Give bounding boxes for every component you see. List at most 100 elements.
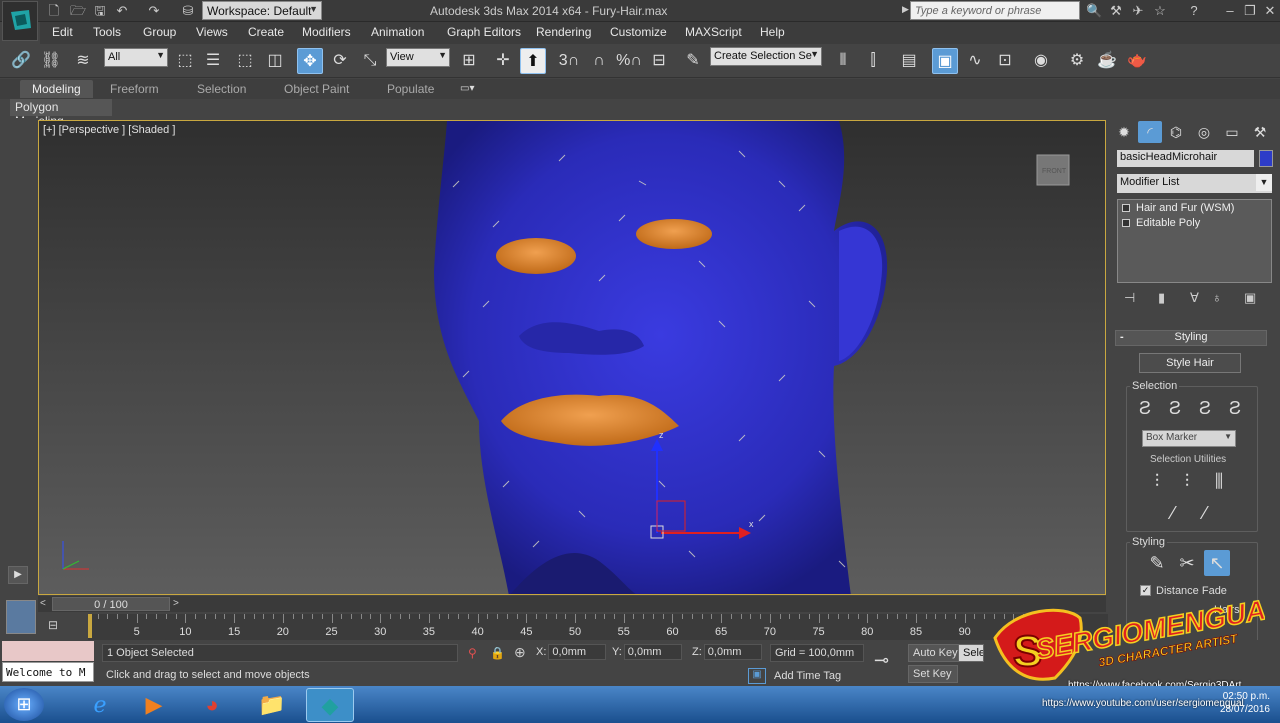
make-unique-icon[interactable]: ∀ (1190, 290, 1199, 306)
undo-icon[interactable]: ↶ (114, 3, 130, 19)
new-file-icon[interactable]: 🗋 (46, 3, 62, 19)
time-slider[interactable]: 0 / 100 (52, 597, 170, 611)
start-button-icon[interactable]: ⊞ (4, 688, 44, 721)
selection-region-icon[interactable]: ⬚ (232, 48, 258, 74)
menu-edit[interactable]: Edit (52, 25, 73, 39)
select-and-scale-icon[interactable]: ⤡ (357, 48, 383, 74)
reference-coordinate-dropdown[interactable]: View ▼ (386, 48, 450, 67)
select-and-rotate-icon[interactable]: ⟳ (327, 48, 353, 74)
workspace-dropdown[interactable]: Workspace: Default ▼ (202, 1, 322, 20)
show-hidden-icon[interactable]: ⁄ (1192, 500, 1218, 526)
pin-icon[interactable]: ⚲ (468, 646, 477, 660)
project-folder-icon[interactable]: ⛁ (180, 3, 196, 19)
stack-item-editable-poly[interactable]: Editable Poly (1122, 217, 1200, 232)
selected-set-dropdown[interactable]: Selected (958, 644, 984, 662)
menu-customize[interactable]: Customize (610, 25, 667, 39)
selection-filter-dropdown[interactable]: All ▼ (104, 48, 168, 67)
lock-selection-icon[interactable]: 🔒 (490, 646, 505, 660)
select-by-name-icon[interactable]: ☰ (200, 48, 226, 74)
menu-create[interactable]: Create (248, 25, 284, 39)
system-clock[interactable]: 02:50 p.m. 28/07/2016 (1200, 690, 1270, 716)
favorites-icon[interactable]: ☆ (1152, 3, 1168, 19)
set-key-button[interactable]: Set Key (908, 665, 958, 683)
help-icon[interactable]: ? (1186, 3, 1202, 19)
close-icon[interactable]: ✕ (1262, 3, 1278, 19)
select-tool-icon[interactable]: ↖ (1204, 550, 1230, 576)
lightbulb-icon[interactable] (1122, 204, 1130, 213)
menu-modifiers[interactable]: Modifiers (302, 25, 351, 39)
app-logo[interactable] (2, 1, 38, 41)
keyboard-shortcut-override-icon[interactable]: ⬆ (520, 48, 546, 74)
modifier-stack[interactable]: Hair and Fur (WSM) Editable Poly (1117, 199, 1272, 283)
use-pivot-center-icon[interactable]: ⊞ (456, 48, 482, 74)
perspective-viewport[interactable]: [+] [Perspective ] [Shaded ] z x FRONT (38, 120, 1106, 595)
tab-modeling[interactable]: Modeling (20, 80, 93, 98)
add-time-tag[interactable]: Add Time Tag (770, 668, 868, 684)
select-object-icon[interactable]: ⬚ (172, 48, 198, 74)
material-editor-icon[interactable]: ◉ (1028, 48, 1054, 74)
maxscript-listener-input[interactable] (2, 641, 94, 661)
open-file-icon[interactable]: 🗁 (70, 3, 86, 19)
show-end-result-icon[interactable]: ▮ (1158, 290, 1165, 306)
menu-group[interactable]: Group (143, 25, 176, 39)
angle-snap-icon[interactable]: ∩ (586, 48, 612, 74)
object-name-field[interactable]: basicHeadMicrohair (1117, 150, 1254, 167)
invert-selection-icon[interactable]: ⫶ (1144, 468, 1170, 494)
hide-selected-icon[interactable]: ⁄ (1160, 500, 1186, 526)
stack-item-hair-and-fur[interactable]: Hair and Fur (WSM) (1122, 202, 1234, 217)
3dsmax-icon[interactable]: ◆ (306, 688, 354, 722)
set-key-mode-icon[interactable]: ⊸ (874, 650, 889, 671)
display-tab-icon[interactable]: ▭ (1220, 121, 1244, 143)
menu-maxscript[interactable]: MAXScript (685, 25, 742, 39)
tab-object-paint[interactable]: Object Paint (272, 80, 361, 98)
rotate-selection-icon[interactable]: ⫶ (1174, 468, 1200, 494)
object-color-swatch[interactable] (1259, 150, 1273, 167)
link-icon[interactable]: 🔗 (8, 48, 34, 74)
modify-tab-icon[interactable]: ◜ (1138, 121, 1162, 143)
head-model[interactable]: z x FRONT (39, 121, 1106, 595)
tab-selection[interactable]: Selection (185, 80, 258, 98)
maxscript-welcome[interactable]: Welcome to M (2, 662, 94, 682)
spinner-snap-icon[interactable]: ⊟ (646, 48, 672, 74)
ribbon-options-icon[interactable]: ▭▾ (460, 83, 474, 94)
expand-selection-icon[interactable]: ⫼ (1206, 468, 1232, 494)
edit-named-selection-icon[interactable]: ✎ (680, 48, 706, 74)
prev-frame-icon[interactable]: < (40, 598, 46, 609)
menu-tools[interactable]: Tools (93, 25, 121, 39)
hair-brush-icon[interactable]: ✎ (1144, 550, 1170, 576)
bind-space-warp-icon[interactable]: ≋ (70, 48, 96, 74)
menu-help[interactable]: Help (760, 25, 785, 39)
internet-explorer-icon[interactable]: ℯ (76, 688, 124, 722)
named-selection-dropdown[interactable]: Create Selection Se ▼ (710, 47, 822, 66)
configure-modifier-sets-icon[interactable]: ▣ (1244, 290, 1256, 306)
expand-icon[interactable] (1122, 219, 1130, 228)
tab-populate[interactable]: Populate (375, 80, 446, 98)
pin-stack-icon[interactable]: ⊣ (1124, 290, 1135, 306)
menu-rendering[interactable]: Rendering (536, 25, 591, 39)
communication-icon[interactable]: ✈ (1130, 3, 1146, 19)
modifier-list-dropdown[interactable]: Modifier List ▼ (1117, 174, 1272, 193)
style-hair-button[interactable]: Style Hair (1139, 353, 1241, 373)
select-hair-by-ends-icon[interactable]: Ƨ (1132, 395, 1158, 421)
snaps-toggle-icon[interactable]: 3∩ (556, 48, 582, 74)
schematic-view-icon[interactable]: ⊡ (992, 48, 1018, 74)
track-bar[interactable]: 5 10 15 20 25 30 35 40 45 50 55 60 65 70 75 80 85 90 (88, 614, 1108, 640)
search-icon[interactable]: 🔍 (1086, 3, 1102, 19)
subscription-icon[interactable]: ⚒ (1108, 3, 1124, 19)
styling-rollout-header[interactable]: - Styling (1115, 330, 1267, 346)
polygon-modeling-panel[interactable]: Polygon Modeling (10, 99, 112, 128)
layer-manager-icon[interactable]: ▤ (896, 48, 922, 74)
menu-views[interactable]: Views (196, 25, 228, 39)
select-guide-vertices-icon[interactable]: Ƨ (1192, 395, 1218, 421)
mini-listener-icon[interactable] (6, 600, 36, 634)
hierarchy-tab-icon[interactable]: ⌬ (1164, 121, 1188, 143)
current-frame-marker[interactable] (88, 614, 92, 638)
motion-tab-icon[interactable]: ◎ (1192, 121, 1216, 143)
search-input[interactable]: Type a keyword or phrase (910, 1, 1080, 20)
distance-fade-checkbox[interactable]: ✓ (1140, 585, 1151, 596)
select-and-manipulate-icon[interactable]: ✛ (490, 48, 516, 74)
create-tab-icon[interactable]: ✹ (1112, 121, 1136, 143)
restore-icon[interactable]: ❐ (1242, 3, 1258, 19)
render-setup-icon[interactable]: ⚙ (1064, 48, 1090, 74)
percent-snap-icon[interactable]: %∩ (616, 48, 642, 74)
